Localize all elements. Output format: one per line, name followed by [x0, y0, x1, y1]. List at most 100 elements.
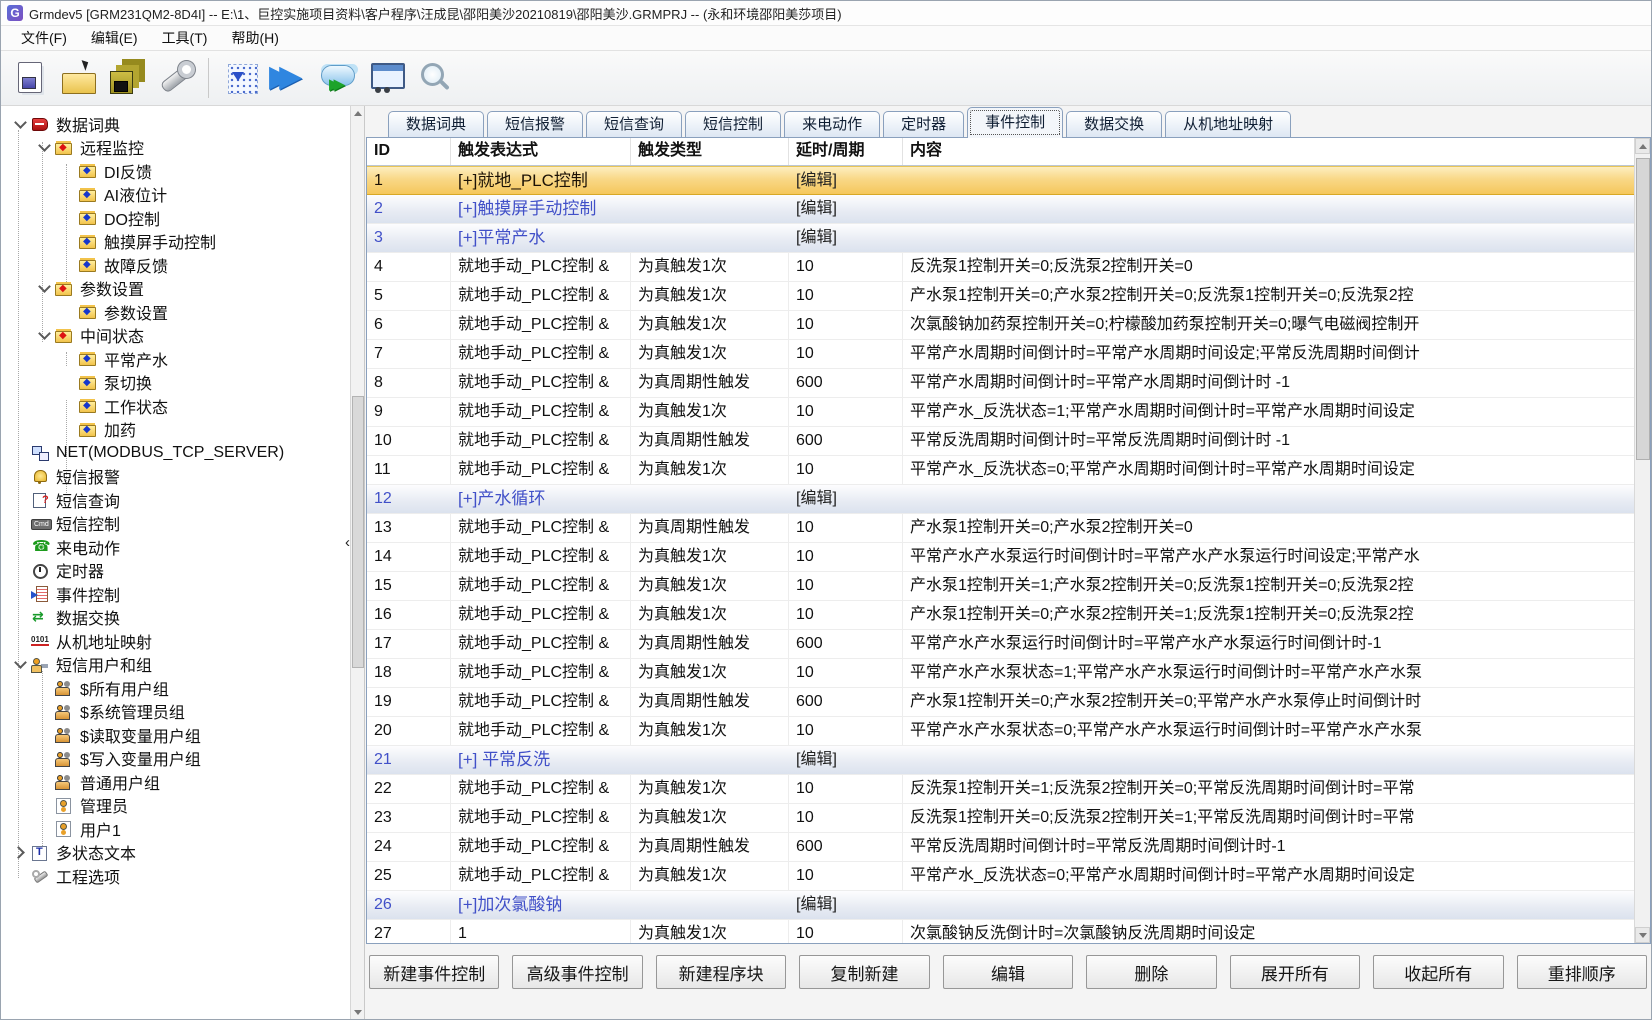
tree-item-事件控制[interactable]: 事件控制 — [1, 582, 350, 606]
chevron-down-icon[interactable] — [38, 280, 51, 293]
table-row-21[interactable]: 21[+] 平常反洗[编辑] — [367, 746, 1650, 775]
table-row-19[interactable]: 19就地手动_PLC控制 &为真周期性触发600产水泵1控制开关=0;产水泵2控… — [367, 688, 1650, 717]
chevron-down-icon[interactable] — [38, 327, 51, 340]
chevron-down-icon[interactable] — [38, 139, 51, 152]
tree-item-短信控制[interactable]: 短信控制 — [1, 512, 350, 536]
tree-item-AI液位计[interactable]: AI液位计 — [1, 183, 350, 207]
table-row-18[interactable]: 18就地手动_PLC控制 &为真触发1次10平常产水产水泵状态=1;平常产水产水… — [367, 659, 1650, 688]
action-button-删除[interactable]: 删除 — [1086, 955, 1216, 989]
edit-link[interactable]: [编辑] — [796, 896, 837, 913]
new-file-icon[interactable] — [8, 55, 54, 101]
remote-monitor-icon[interactable] — [363, 55, 409, 101]
scroll-down-arrow[interactable] — [351, 1005, 364, 1019]
open-project-icon[interactable] — [56, 55, 102, 101]
action-button-重排顺序[interactable]: 重排顺序 — [1517, 955, 1647, 989]
run-icon[interactable] — [267, 55, 313, 101]
table-row-7[interactable]: 7就地手动_PLC控制 &为真触发1次10平常产水周期时间倒计时=平常产水周期时… — [367, 340, 1650, 369]
menu-item-0[interactable]: 文件(F) — [9, 26, 79, 50]
scroll-up-arrow[interactable] — [1635, 138, 1650, 154]
tree-item-工程选项[interactable]: 工程选项 — [1, 864, 350, 888]
table-row-2[interactable]: 2[+]触摸屏手动控制[编辑] — [367, 195, 1650, 224]
tree-item-加药[interactable]: 加药 — [1, 418, 350, 442]
tree-item-参数设置[interactable]: 参数设置 — [1, 300, 350, 324]
chevron-down-icon[interactable] — [14, 116, 27, 129]
scrollbar-thumb[interactable] — [1636, 158, 1650, 460]
chevron-right-icon[interactable] — [12, 846, 25, 859]
tab-短信报警[interactable]: 短信报警 — [487, 111, 583, 137]
tree-item-短信报警[interactable]: 短信报警 — [1, 465, 350, 489]
tab-从机地址映射[interactable]: 从机地址映射 — [1165, 111, 1291, 137]
tab-数据词典[interactable]: 数据词典 — [388, 111, 484, 137]
edit-link[interactable]: [编辑] — [796, 229, 837, 246]
action-button-复制新建[interactable]: 复制新建 — [799, 955, 929, 989]
table-row-25[interactable]: 25就地手动_PLC控制 &为真触发1次10平常产水_反洗状态=0;平常产水周期… — [367, 862, 1650, 891]
table-row-6[interactable]: 6就地手动_PLC控制 &为真触发1次10次氯酸钠加药泵控制开关=0;柠檬酸加药… — [367, 311, 1650, 340]
menu-item-3[interactable]: 帮助(H) — [219, 26, 290, 50]
table-row-22[interactable]: 22就地手动_PLC控制 &为真触发1次10反洗泵1控制开关=1;反洗泵2控制开… — [367, 775, 1650, 804]
tree-item-中间状态[interactable]: 中间状态 — [1, 324, 350, 348]
tab-事件控制[interactable]: 事件控制 — [967, 107, 1063, 138]
edit-link[interactable]: [编辑] — [796, 200, 837, 217]
action-button-编辑[interactable]: 编辑 — [943, 955, 1073, 989]
table-row-27[interactable]: 271为真触发1次10次氯酸钠反洗倒计时=次氯酸钠反洗周期时间设定 — [367, 920, 1650, 943]
table-row-1[interactable]: 1[+]就地_PLC控制[编辑] — [367, 166, 1650, 195]
save-all-icon[interactable] — [104, 55, 150, 101]
sidebar-collapse-icon[interactable]: ‹ — [345, 534, 350, 551]
table-row-5[interactable]: 5就地手动_PLC控制 &为真触发1次10产水泵1控制开关=0;产水泵2控制开关… — [367, 282, 1650, 311]
tree-item-来电动作[interactable]: 来电动作 — [1, 535, 350, 559]
chevron-down-icon[interactable] — [14, 656, 27, 669]
scroll-down-arrow[interactable] — [1635, 927, 1650, 943]
action-button-收起所有[interactable]: 收起所有 — [1373, 955, 1503, 989]
table-row-11[interactable]: 11就地手动_PLC控制 &为真触发1次10平常产水_反洗状态=0;平常产水周期… — [367, 456, 1650, 485]
edit-link[interactable]: [编辑] — [796, 751, 837, 768]
tab-来电动作[interactable]: 来电动作 — [784, 111, 880, 137]
table-row-10[interactable]: 10就地手动_PLC控制 &为真周期性触发600平常反洗周期时间倒计时=平常反洗… — [367, 427, 1650, 456]
action-button-高级事件控制[interactable]: 高级事件控制 — [512, 955, 642, 989]
cloud-run-icon[interactable] — [315, 55, 361, 101]
table-row-3[interactable]: 3[+]平常产水[编辑] — [367, 224, 1650, 253]
tree-item-短信用户和组[interactable]: 短信用户和组 — [1, 653, 350, 677]
tree-item-数据交换[interactable]: 数据交换 — [1, 606, 350, 630]
tree-item-NET(MODBUS_TCP_SERVER)[interactable]: NET(MODBUS_TCP_SERVER) — [1, 441, 350, 465]
tree-item-故障反馈[interactable]: 故障反馈 — [1, 253, 350, 277]
tree-item-泵切换[interactable]: 泵切换 — [1, 371, 350, 395]
action-button-展开所有[interactable]: 展开所有 — [1230, 955, 1360, 989]
table-row-15[interactable]: 15就地手动_PLC控制 &为真触发1次10产水泵1控制开关=1;产水泵2控制开… — [367, 572, 1650, 601]
tree-item-从机地址映射[interactable]: 从机地址映射 — [1, 629, 350, 653]
table-row-16[interactable]: 16就地手动_PLC控制 &为真触发1次10产水泵1控制开关=0;产水泵2控制开… — [367, 601, 1650, 630]
table-row-23[interactable]: 23就地手动_PLC控制 &为真触发1次10反洗泵1控制开关=0;反洗泵2控制开… — [367, 804, 1650, 833]
tree-item-短信查询[interactable]: 短信查询 — [1, 488, 350, 512]
tab-短信控制[interactable]: 短信控制 — [685, 111, 781, 137]
table-row-24[interactable]: 24就地手动_PLC控制 &为真周期性触发600平常反洗周期时间倒计时=平常反洗… — [367, 833, 1650, 862]
table-row-14[interactable]: 14就地手动_PLC控制 &为真触发1次10平常产水产水泵运行时间倒计时=平常产… — [367, 543, 1650, 572]
table-row-4[interactable]: 4就地手动_PLC控制 &为真触发1次10反洗泵1控制开关=0;反洗泵2控制开关… — [367, 253, 1650, 282]
edit-link[interactable]: [编辑] — [796, 490, 837, 507]
search-icon[interactable] — [411, 55, 457, 101]
tab-定时器[interactable]: 定时器 — [883, 111, 964, 137]
tree-item-工作状态[interactable]: 工作状态 — [1, 394, 350, 418]
tree-item-远程监控[interactable]: 远程监控 — [1, 136, 350, 160]
tree-item-DO控制[interactable]: DO控制 — [1, 206, 350, 230]
table-row-26[interactable]: 26[+]加次氯酸钠[编辑] — [367, 891, 1650, 920]
menu-item-1[interactable]: 编辑(E) — [79, 26, 150, 50]
action-button-新建事件控制[interactable]: 新建事件控制 — [369, 955, 499, 989]
tree-item-多状态文本[interactable]: 多状态文本 — [1, 841, 350, 865]
tree-item-参数设置[interactable]: 参数设置 — [1, 277, 350, 301]
tree-item-$写入变量用户组[interactable]: $写入变量用户组 — [1, 747, 350, 771]
tab-数据交换[interactable]: 数据交换 — [1066, 111, 1162, 137]
action-button-新建程序块[interactable]: 新建程序块 — [656, 955, 786, 989]
table-row-20[interactable]: 20就地手动_PLC控制 &为真触发1次10平常产水产水泵状态=0;平常产水产水… — [367, 717, 1650, 746]
tools-wrench-icon[interactable] — [152, 55, 198, 101]
tree-item-数据词典[interactable]: 数据词典 — [1, 112, 350, 136]
tree-item-$读取变量用户组[interactable]: $读取变量用户组 — [1, 723, 350, 747]
menu-item-2[interactable]: 工具(T) — [150, 26, 220, 50]
tree-item-定时器[interactable]: 定时器 — [1, 559, 350, 583]
tree-item-用户1[interactable]: 用户1 — [1, 817, 350, 841]
tree-item-$所有用户组[interactable]: $所有用户组 — [1, 676, 350, 700]
table-row-9[interactable]: 9就地手动_PLC控制 &为真触发1次10平常产水_反洗状态=1;平常产水周期时… — [367, 398, 1650, 427]
tree-item-DI反馈[interactable]: DI反馈 — [1, 159, 350, 183]
edit-link[interactable]: [编辑] — [796, 172, 837, 189]
sidebar-scrollbar[interactable]: ‹ — [350, 106, 365, 1019]
table-row-17[interactable]: 17就地手动_PLC控制 &为真周期性触发600平常产水产水泵运行时间倒计时=平… — [367, 630, 1650, 659]
table-row-8[interactable]: 8就地手动_PLC控制 &为真周期性触发600平常产水周期时间倒计时=平常产水周… — [367, 369, 1650, 398]
